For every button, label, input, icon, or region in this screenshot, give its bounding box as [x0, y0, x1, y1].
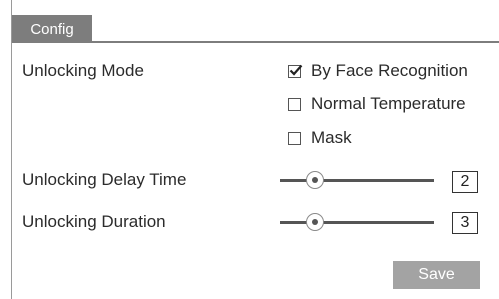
delay-time-track	[280, 179, 434, 182]
unlocking-mode-label: Unlocking Mode	[22, 61, 144, 80]
mask-checkbox[interactable]	[288, 131, 301, 145]
face-recognition-label: By Face Recognition	[311, 61, 468, 80]
duration-value[interactable]: 3	[452, 212, 478, 234]
option-mask[interactable]: Mask	[288, 128, 352, 148]
duration-label: Unlocking Duration	[22, 212, 166, 231]
option-normal-temperature[interactable]: Normal Temperature	[288, 94, 466, 114]
checkmark-icon	[289, 64, 303, 76]
normal-temperature-label: Normal Temperature	[311, 94, 466, 113]
panel-border	[11, 0, 12, 299]
tab-config[interactable]: Config	[12, 15, 92, 43]
face-recognition-checkbox[interactable]	[288, 64, 303, 78]
normal-temperature-checkbox[interactable]	[288, 97, 301, 111]
delay-time-thumb[interactable]	[306, 171, 324, 189]
tab-underline	[12, 41, 499, 43]
tab-bar: Config	[12, 15, 499, 43]
duration-track	[280, 221, 434, 224]
duration-slider[interactable]	[280, 212, 434, 232]
save-button[interactable]: Save	[393, 261, 480, 289]
mask-label: Mask	[311, 128, 352, 147]
delay-time-slider[interactable]	[280, 170, 434, 190]
option-face-recognition[interactable]: By Face Recognition	[288, 61, 468, 81]
duration-thumb[interactable]	[306, 213, 324, 231]
delay-time-label: Unlocking Delay Time	[22, 170, 187, 189]
delay-time-value[interactable]: 2	[452, 171, 478, 193]
